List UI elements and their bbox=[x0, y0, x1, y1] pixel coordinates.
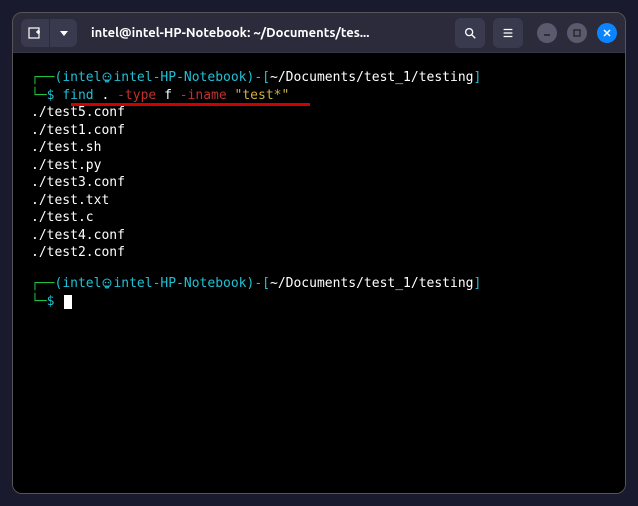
prompt-line-1: ┌──(intelintel-HP-Notebook)-[~/Documents… bbox=[31, 69, 607, 87]
titlebar: intel@intel-HP-Notebook: ~/Documents/tes… bbox=[13, 13, 625, 53]
prompt-path: ~/Documents/test_1/testing bbox=[270, 276, 474, 291]
terminal-window: intel@intel-HP-Notebook: ~/Documents/tes… bbox=[12, 12, 626, 494]
output-line: ./test.py bbox=[31, 157, 607, 175]
skull-icon bbox=[101, 278, 113, 290]
close-button[interactable] bbox=[597, 23, 617, 43]
command-block-1: ┌──(intelintel-HP-Notebook)-[~/Documents… bbox=[31, 69, 607, 262]
prompt-path: ~/Documents/test_1/testing bbox=[270, 70, 474, 85]
command-block-2: ┌──(intelintel-HP-Notebook)-[~/Documents… bbox=[31, 275, 607, 310]
prompt-line-2: ┌──(intelintel-HP-Notebook)-[~/Documents… bbox=[31, 275, 607, 293]
tab-dropdown-button[interactable] bbox=[49, 19, 77, 47]
annotation-underline bbox=[71, 103, 310, 106]
prompt-dollar: $ bbox=[47, 294, 63, 309]
prompt-host: intel-HP-Notebook bbox=[113, 70, 246, 85]
skull-icon bbox=[101, 72, 113, 84]
command-line: └─$ find . -type f -iname "test*" bbox=[31, 87, 607, 105]
new-tab-button[interactable] bbox=[21, 19, 49, 47]
window-controls bbox=[537, 23, 617, 43]
menu-button[interactable] bbox=[493, 18, 523, 48]
output-line: ./test3.conf bbox=[31, 174, 607, 192]
output-line: ./test.sh bbox=[31, 139, 607, 157]
output-line: ./test.txt bbox=[31, 192, 607, 210]
output-line: ./test2.conf bbox=[31, 244, 607, 262]
window-title: intel@intel-HP-Notebook: ~/Documents/tes… bbox=[85, 26, 447, 40]
output-line: ./test5.conf bbox=[31, 104, 607, 122]
search-button[interactable] bbox=[455, 18, 485, 48]
prompt-dollar: $ bbox=[47, 88, 63, 103]
cursor bbox=[64, 295, 72, 309]
cursor-line: └─$ bbox=[31, 293, 607, 311]
cmd-find: find bbox=[62, 88, 93, 103]
prompt-user: intel bbox=[62, 70, 101, 85]
maximize-button[interactable] bbox=[567, 23, 587, 43]
minimize-button[interactable] bbox=[537, 23, 557, 43]
output-line: ./test4.conf bbox=[31, 227, 607, 245]
tree-bottom: └─ bbox=[31, 88, 47, 103]
output-line: ./test1.conf bbox=[31, 122, 607, 140]
tree-top: ┌── bbox=[31, 70, 54, 85]
prompt-user: intel bbox=[62, 276, 101, 291]
output-line: ./test.c bbox=[31, 209, 607, 227]
tab-controls bbox=[21, 19, 77, 47]
terminal-body[interactable]: ┌──(intelintel-HP-Notebook)-[~/Documents… bbox=[13, 53, 625, 493]
prompt-host: intel-HP-Notebook bbox=[113, 276, 246, 291]
